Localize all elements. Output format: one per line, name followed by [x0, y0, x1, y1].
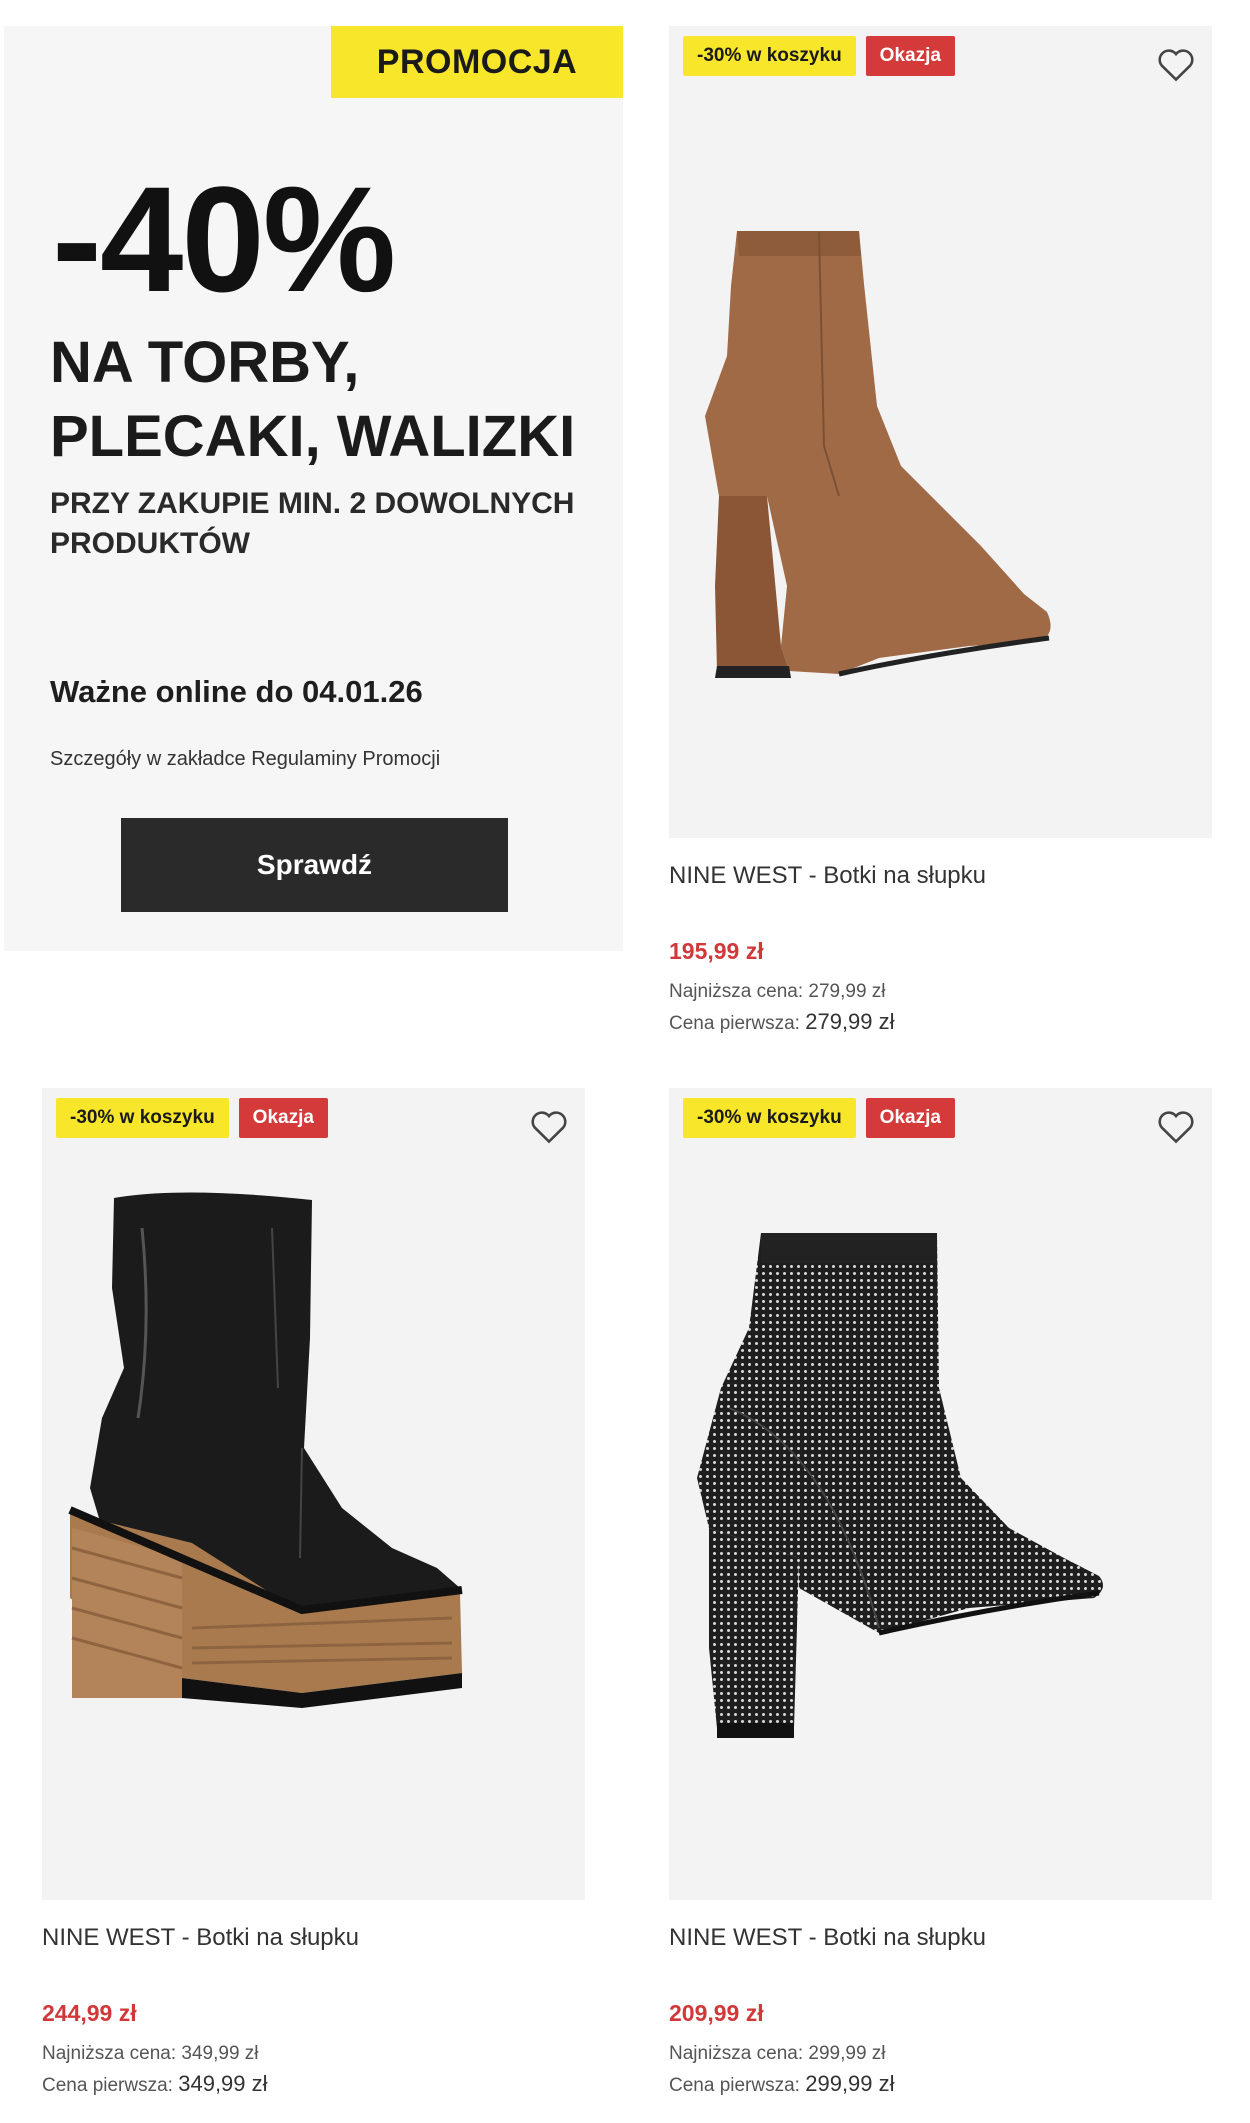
product-price: 244,99 zł — [42, 2000, 137, 2026]
product-image — [68, 1192, 463, 1708]
product-image — [705, 231, 1051, 678]
cart-discount-badge: -30% w koszyku — [56, 1098, 229, 1138]
promo-details-text: Szczegóły w zakładce Regulaminy Promocji — [50, 748, 441, 770]
favorite-button[interactable] — [1154, 42, 1198, 86]
cart-discount-badge: -30% w koszyku — [683, 1098, 856, 1138]
promo-discount: -40% — [52, 155, 396, 323]
lowest-price-value: 279,99 zł — [808, 981, 886, 1002]
product-name[interactable]: NINE WEST - Botki na słupku — [669, 1918, 1212, 1958]
heart-icon — [531, 1111, 567, 1144]
promo-headline: NA TORBY, PLECAKI, WALIZKI — [50, 330, 576, 469]
first-price-value: 299,99 zł — [805, 2071, 895, 2096]
cart-discount-badge: -30% w koszyku — [683, 36, 856, 76]
price-info: Najniższa cena: 349,99 zł Cena pierwsza:… — [42, 2039, 585, 2101]
promo-banner: PROMOCJA -40% NA TORBY, PLECAKI, WALIZKI… — [4, 26, 623, 951]
product-price: 209,99 zł — [669, 2000, 764, 2026]
first-price-label: Cena pierwsza: — [669, 2075, 800, 2096]
favorite-button[interactable] — [1154, 1104, 1198, 1148]
product-name[interactable]: NINE WEST - Botki na słupku — [669, 856, 1212, 896]
first-price-label: Cena pierwsza: — [669, 1013, 800, 1034]
lowest-price-label: Najniższa cena: — [669, 2043, 804, 2064]
product-price: 195,99 zł — [669, 938, 764, 964]
product-image-area[interactable]: -30% w koszyku Okazja — [669, 1088, 1212, 1900]
heart-icon — [1158, 1111, 1194, 1144]
favorite-button[interactable] — [527, 1104, 571, 1148]
promo-tag: PROMOCJA — [331, 26, 623, 98]
promo-valid-date: Ważne online do 04.01.26 — [50, 674, 423, 709]
first-price-label: Cena pierwsza: — [42, 2075, 173, 2096]
check-button[interactable]: Sprawdź — [121, 818, 508, 912]
price-info: Najniższa cena: 279,99 zł Cena pierwsza:… — [669, 977, 1212, 1039]
first-price-value: 279,99 zł — [805, 1009, 895, 1034]
product-image-area[interactable]: -30% w koszyku Okazja — [42, 1088, 585, 1900]
deal-badge: Okazja — [238, 1098, 328, 1138]
product-image — [697, 1233, 1103, 1738]
deal-badge: Okazja — [865, 36, 955, 76]
product-name[interactable]: NINE WEST - Botki na słupku — [42, 1918, 585, 1958]
price-info: Najniższa cena: 299,99 zł Cena pierwsza:… — [669, 2039, 1212, 2101]
lowest-price-label: Najniższa cena: — [669, 981, 804, 1002]
lowest-price-value: 349,99 zł — [181, 2043, 259, 2064]
first-price-value: 349,99 zł — [178, 2071, 268, 2096]
heart-icon — [1158, 49, 1194, 82]
lowest-price-label: Najniższa cena: — [42, 2043, 177, 2064]
product-image-area[interactable]: -30% w koszyku Okazja — [669, 26, 1212, 838]
product-card[interactable]: -30% w koszyku Okazja NINE WEST - Botki … — [669, 1088, 1212, 2101]
lowest-price-value: 299,99 zł — [808, 2043, 886, 2064]
promo-subline: PRZY ZAKUPIE MIN. 2 DOWOLNYCH PRODUKTÓW — [50, 487, 575, 560]
product-card[interactable]: -30% w koszyku Okazja NINE WEST - Botki … — [42, 1088, 585, 2101]
product-card[interactable]: -30% w koszyku Okazja NINE WEST - Botki … — [669, 26, 1212, 1039]
deal-badge: Okazja — [865, 1098, 955, 1138]
